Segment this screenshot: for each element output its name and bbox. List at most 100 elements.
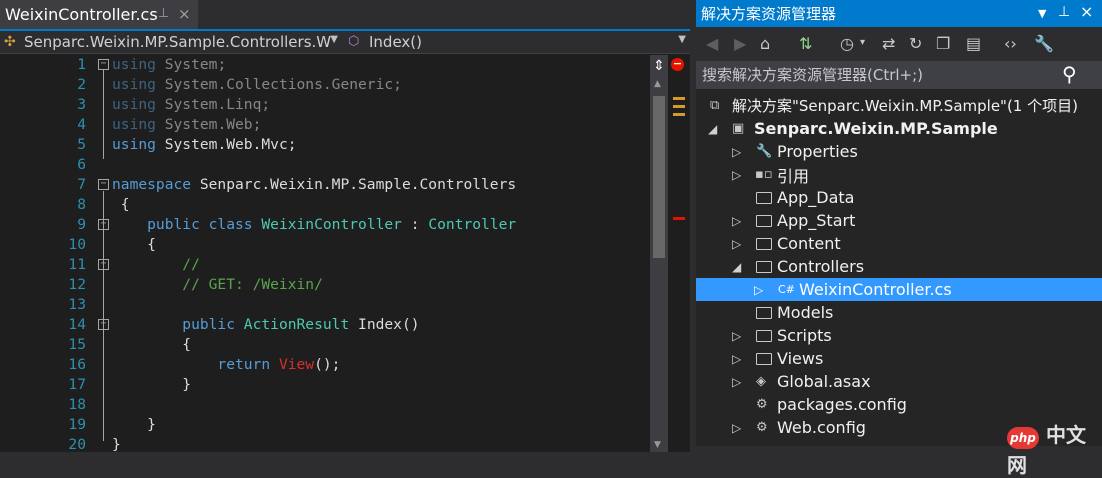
collapse-icon[interactable]: −: [98, 179, 109, 190]
scrollbar-thumb[interactable]: [653, 96, 665, 258]
tree-item-label: Web.config: [777, 418, 866, 437]
type-dropdown[interactable]: ✣ Senparc.Weixin.MP.Sample.Controllers.W…: [0, 31, 342, 52]
solution-explorer-toolbar: ◀ ▶ ⌂ ⇅ ◷ ▾ ⇄ ↻ ❐ ▤ ‹› 🔧: [696, 27, 1102, 61]
code-comment: //: [112, 256, 200, 273]
collapse-all-icon[interactable]: ↻: [909, 34, 922, 53]
project-icon: ▣: [732, 121, 745, 136]
tree-solution-node[interactable]: ⧉ 解决方案"Senparc.Weixin.MP.Sample"(1 个项目): [696, 94, 1102, 117]
line-number: 4: [77, 116, 86, 133]
collapsed-arrow-icon[interactable]: ▷: [732, 168, 741, 182]
vertical-scrollbar[interactable]: ▼ ▲: [650, 55, 668, 452]
pending-changes-icon[interactable]: ◷: [840, 34, 854, 53]
collapsed-arrow-icon[interactable]: ▷: [732, 214, 741, 228]
method-icon: ⬡: [348, 34, 360, 49]
code-line: }: [112, 416, 156, 433]
folder-icon: [756, 192, 772, 208]
tree-item-models[interactable]: Models: [696, 301, 1102, 324]
expanded-arrow-icon[interactable]: ◢: [732, 260, 741, 274]
panel-title: 解决方案资源管理器: [701, 5, 837, 23]
config-file-icon: ⚙: [756, 420, 768, 435]
document-tab-bar: WeixinController.cs ⊥ ×: [0, 0, 690, 31]
code-line: {: [112, 196, 130, 213]
scroll-up-icon[interactable]: ▲: [654, 79, 661, 89]
code-line: {: [112, 336, 192, 353]
navigation-bar: ✣ Senparc.Weixin.MP.Sample.Controllers.W…: [0, 31, 690, 54]
code-line: using System.Collections.Generic;: [112, 76, 402, 93]
dropdown-icon[interactable]: ▼: [1038, 7, 1046, 20]
tree-item-properties[interactable]: ▷ 🔧 Properties: [696, 140, 1102, 163]
tree-item-references[interactable]: ▷ ▪▫ 引用: [696, 163, 1102, 186]
close-icon[interactable]: ×: [178, 5, 191, 23]
split-window-icon[interactable]: ⇕: [650, 57, 668, 75]
line-number: 12: [68, 276, 86, 293]
error-indicator-icon[interactable]: −: [671, 58, 684, 71]
tree-item-content[interactable]: ▷ Content: [696, 232, 1102, 255]
view-code-icon[interactable]: ‹›: [1004, 34, 1017, 53]
tree-item-packages-config[interactable]: ⚙ packages.config: [696, 393, 1102, 416]
tree-item-app-data[interactable]: App_Data: [696, 186, 1102, 209]
expanded-arrow-icon[interactable]: ◢: [708, 122, 717, 136]
outline-guide: [103, 191, 104, 441]
collapsed-arrow-icon[interactable]: ▷: [732, 329, 741, 343]
wrench-icon[interactable]: 🔧: [1034, 34, 1054, 53]
code-comment: // GET: /Weixin/: [112, 276, 323, 293]
folder-icon: [756, 238, 772, 254]
code-line: using System.Web;: [112, 116, 262, 133]
show-all-files-icon[interactable]: ❐: [936, 34, 950, 53]
folder-icon: [756, 307, 772, 323]
tree-item-weixincontroller[interactable]: ▷ C# WeixinController.cs: [696, 278, 1102, 301]
member-dropdown[interactable]: ⬡ Index() ▼: [344, 31, 690, 52]
class-icon: ✣: [4, 33, 16, 50]
search-icon[interactable]: ⚲: [1062, 62, 1077, 86]
tree-item-label: Views: [777, 349, 824, 368]
pin-icon[interactable]: ⊥: [158, 6, 169, 21]
collapsed-arrow-icon[interactable]: ▷: [754, 283, 763, 297]
change-marker: [673, 105, 685, 108]
home-icon[interactable]: ⌂: [760, 34, 770, 53]
pin-icon[interactable]: ⊥: [1058, 4, 1070, 20]
tree-item-label: WeixinController.cs: [799, 280, 952, 299]
collapsed-arrow-icon[interactable]: ▷: [732, 352, 741, 366]
asax-file-icon: ◈: [756, 374, 766, 389]
outline-guide: [103, 69, 104, 159]
tree-project-node[interactable]: ◢ ▣ Senparc.Weixin.MP.Sample: [696, 117, 1102, 140]
scroll-down-icon[interactable]: ▼: [654, 440, 661, 450]
solution-explorer-titlebar: 解决方案资源管理器 ▼ ⊥ ×: [696, 0, 1102, 27]
tree-item-views[interactable]: ▷ Views: [696, 347, 1102, 370]
error-marker: [673, 217, 685, 220]
code-line: using System.Web.Mvc;: [112, 136, 297, 153]
solution-icon: ⧉: [710, 98, 720, 113]
line-number: 10: [68, 236, 86, 253]
code-line: }: [112, 376, 192, 393]
collapsed-arrow-icon[interactable]: ▷: [732, 421, 741, 435]
properties-icon[interactable]: ▤: [966, 34, 981, 53]
forward-icon[interactable]: ▶: [734, 34, 746, 53]
tree-item-label: Properties: [777, 142, 858, 161]
tree-item-label: 解决方案"Senparc.Weixin.MP.Sample"(1 个项目): [732, 97, 1078, 115]
folder-icon: [756, 215, 772, 231]
chevron-down-icon[interactable]: ▾: [860, 37, 865, 48]
refresh-icon[interactable]: ⇄: [882, 34, 895, 53]
search-box[interactable]: 搜索解决方案资源管理器(Ctrl+;) ⚲: [696, 61, 1102, 89]
tree-item-global-asax[interactable]: ▷ ◈ Global.asax: [696, 370, 1102, 393]
collapsed-arrow-icon[interactable]: ▷: [732, 375, 741, 389]
line-number: 20: [68, 436, 86, 453]
collapsed-arrow-icon[interactable]: ▷: [732, 145, 741, 159]
tree-item-label: Senparc.Weixin.MP.Sample: [754, 119, 998, 138]
close-icon[interactable]: ×: [1080, 2, 1093, 21]
tree-item-label: Global.asax: [777, 372, 871, 391]
line-number: 6: [77, 156, 86, 173]
tree-item-scripts[interactable]: ▷ Scripts: [696, 324, 1102, 347]
line-number: 9: [77, 216, 86, 233]
tree-item-app-start[interactable]: ▷ App_Start: [696, 209, 1102, 232]
tab-weixincontroller[interactable]: WeixinController.cs ⊥ ×: [0, 0, 198, 29]
change-marker: [673, 97, 685, 100]
collapsed-arrow-icon[interactable]: ▷: [732, 237, 741, 251]
search-input[interactable]: 搜索解决方案资源管理器(Ctrl+;): [702, 64, 923, 85]
tree-item-label: 引用: [777, 166, 810, 186]
tree-item-controllers[interactable]: ◢ Controllers: [696, 255, 1102, 278]
sync-icon[interactable]: ⇅: [799, 34, 812, 53]
chevron-down-icon: ▼: [330, 34, 338, 45]
line-number: 2: [77, 76, 86, 93]
back-icon[interactable]: ◀: [706, 34, 718, 53]
